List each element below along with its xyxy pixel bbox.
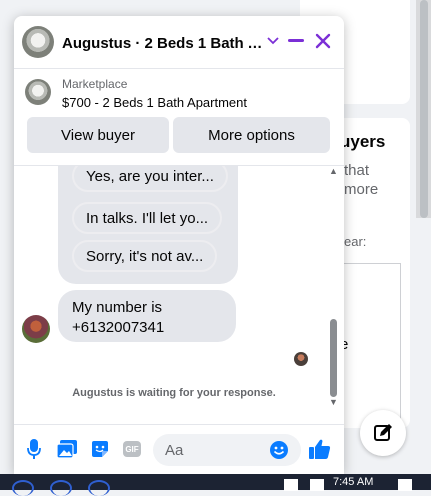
sender-avatar[interactable] — [22, 315, 50, 343]
page-scrollbar-thumb[interactable] — [420, 0, 428, 218]
message-line-2: +6132007341 — [72, 319, 165, 336]
taskbar-tray-icon-2[interactable] — [310, 479, 324, 491]
chat-title[interactable]: Augustus · 2 Beds 1 Bath A... — [62, 35, 267, 52]
compose-icon — [374, 424, 392, 441]
view-buyer-button[interactable]: View buyer — [27, 117, 169, 153]
close-icon[interactable] — [312, 30, 334, 52]
message-scrollbar-thumb[interactable] — [330, 319, 337, 397]
listing-thumbnail — [25, 79, 51, 105]
new-message-button[interactable] — [360, 410, 406, 456]
listing-avatar[interactable] — [22, 26, 54, 58]
thumbs-up-icon[interactable] — [308, 437, 332, 461]
waiting-status: Augustus is waiting for your response. — [72, 387, 276, 399]
background-heading: uyers — [340, 132, 386, 151]
scroll-up-arrow[interactable]: ▲ — [329, 166, 338, 176]
chat-header: Augustus · 2 Beds 1 Bath A... — [14, 16, 344, 69]
taskbar-clock[interactable]: 7:45 AM — [333, 476, 373, 488]
incoming-message-bubble: My number is +6132007341 — [58, 290, 236, 342]
background-text-2: more — [344, 181, 379, 198]
taskbar-tray-icon[interactable] — [284, 479, 298, 491]
browser-icon-2[interactable] — [50, 480, 72, 496]
quick-reply-2[interactable]: In talks. I'll let yo... — [72, 202, 223, 234]
browser-icon[interactable] — [12, 480, 34, 496]
gif-label: GIF — [123, 441, 141, 457]
page-scrollbar[interactable] — [416, 0, 431, 218]
quick-reply-3[interactable]: Sorry, it's not av... — [72, 240, 218, 272]
chat-window: Augustus · 2 Beds 1 Bath A... Marketplac… — [14, 16, 344, 474]
gif-icon[interactable]: GIF — [120, 437, 144, 461]
chevron-down-icon[interactable] — [262, 30, 284, 52]
background-inner-box — [340, 263, 401, 428]
sticker-icon[interactable] — [88, 437, 112, 461]
composer-bar: GIF — [14, 424, 344, 474]
more-options-button[interactable]: More options — [173, 117, 330, 153]
background-text-3: ear: — [344, 234, 367, 249]
message-list: Yes, are you inter... In talks. I'll let… — [14, 166, 344, 411]
message-line-1: My number is — [72, 299, 163, 316]
microphone-icon[interactable] — [22, 437, 46, 461]
scroll-down-arrow[interactable]: ▼ — [329, 397, 338, 407]
listing-source: Marketplace — [62, 77, 128, 91]
quick-reply-1[interactable]: Yes, are you inter... — [72, 166, 228, 192]
listing-title[interactable]: $700 - 2 Beds 1 Bath Apartment — [62, 95, 247, 110]
taskbar: 7:45 AM — [0, 474, 431, 496]
notification-icon[interactable] — [398, 479, 412, 491]
minimize-icon[interactable] — [285, 30, 307, 52]
seen-receipt-avatar — [294, 352, 308, 366]
emoji-icon[interactable] — [267, 438, 291, 462]
listing-banner: Marketplace $700 - 2 Beds 1 Bath Apartme… — [14, 69, 344, 166]
photo-icon[interactable] — [55, 437, 79, 461]
background-text-1: that — [344, 162, 370, 179]
browser-icon-3[interactable] — [88, 480, 110, 496]
